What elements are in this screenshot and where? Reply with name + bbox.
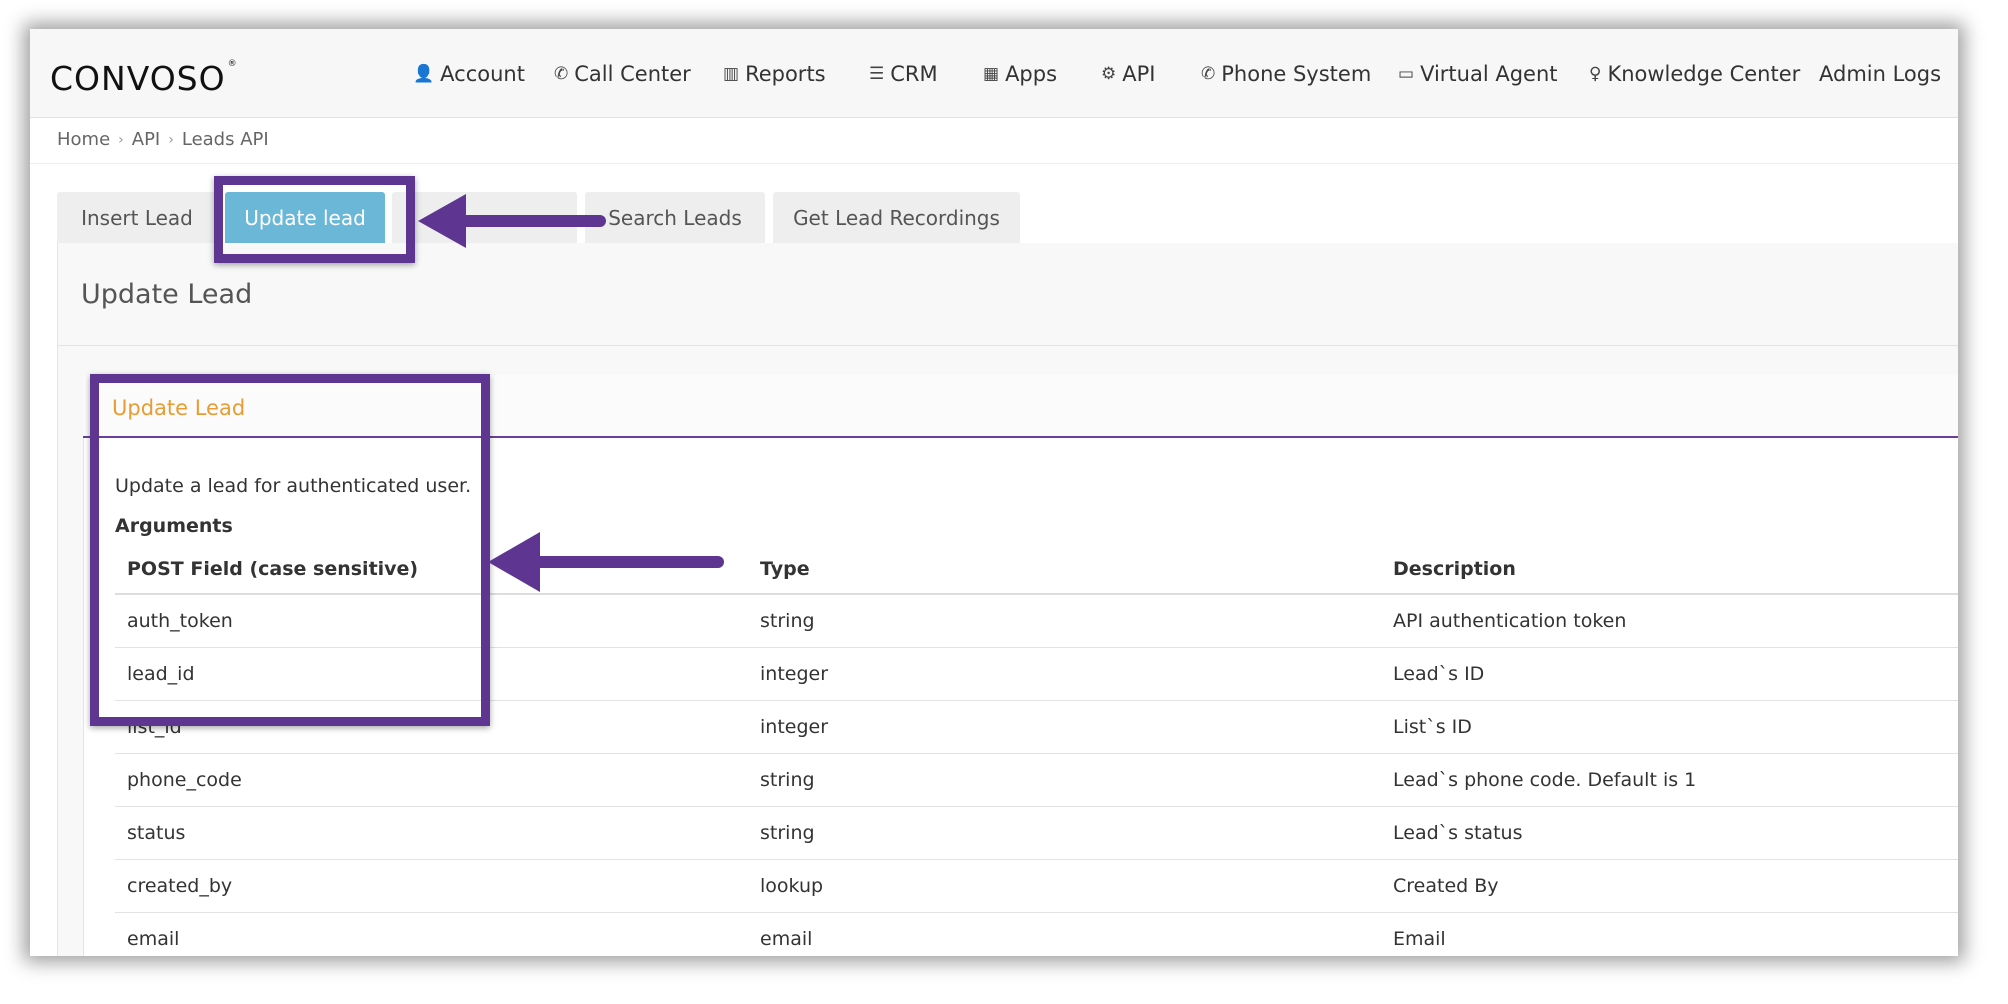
nav-virtual-agent[interactable]: ▭ Virtual Agent xyxy=(1398,62,1558,86)
column-header-type: Type xyxy=(760,558,810,580)
monitor-icon: ▭ xyxy=(1398,63,1415,84)
field-description: Email xyxy=(1393,928,1446,950)
field-description: API authentication token xyxy=(1393,610,1627,632)
annotation-highlight-tab xyxy=(214,176,415,263)
lightbulb-icon: ♀ xyxy=(1589,63,1602,84)
breadcrumb-home[interactable]: Home xyxy=(57,129,110,150)
table-row: created_by lookup Created By xyxy=(115,860,1958,913)
user-icon: 👤 xyxy=(413,63,435,84)
field-description: Created By xyxy=(1393,875,1499,897)
table-row: phone_code string Lead`s phone code. Def… xyxy=(115,754,1958,807)
field-type: string xyxy=(760,610,815,632)
field-type: string xyxy=(760,822,815,844)
field-type: string xyxy=(760,769,815,791)
field-name: status xyxy=(127,822,186,844)
field-type: email xyxy=(760,928,813,950)
top-navbar: CONVOSO ® 👤 Account ✆ Call Center ▥ Reports … xyxy=(30,29,1958,118)
nav-call-center[interactable]: ✆ Call Center xyxy=(554,62,691,86)
nav-api[interactable]: ⚙ API xyxy=(1101,62,1155,86)
breadcrumb-api[interactable]: API xyxy=(132,129,160,150)
field-name: phone_code xyxy=(127,769,242,791)
field-description: List`s ID xyxy=(1393,716,1472,738)
field-description: Lead`s ID xyxy=(1393,663,1485,685)
list-icon: ☰ xyxy=(869,63,885,84)
gear-icon: ⚙ xyxy=(1101,63,1117,84)
field-type: integer xyxy=(760,663,829,685)
nav-apps[interactable]: ▦ Apps xyxy=(983,62,1057,86)
panel-divider xyxy=(58,345,1958,346)
annotation-arrow-tab xyxy=(418,194,606,248)
field-description: Lead`s phone code. Default is 1 xyxy=(1393,769,1697,791)
nav-crm[interactable]: ☰ CRM xyxy=(869,62,938,86)
column-header-description: Description xyxy=(1393,558,1516,580)
field-name: created_by xyxy=(127,875,233,897)
nav-phone-system[interactable]: ✆ Phone System xyxy=(1201,62,1371,86)
field-type: integer xyxy=(760,716,829,738)
phone-icon: ✆ xyxy=(554,63,569,84)
grid-icon: ▦ xyxy=(983,63,1000,84)
bar-chart-icon: ▥ xyxy=(723,63,740,84)
chevron-right-icon: › xyxy=(168,131,174,148)
page-title: Update Lead xyxy=(81,279,253,310)
field-name: email xyxy=(127,928,180,950)
table-row: status string Lead`s status xyxy=(115,807,1958,860)
nav-account[interactable]: 👤 Account xyxy=(413,62,525,86)
nav-knowledge-center[interactable]: ♀ Knowledge Center xyxy=(1589,62,1800,86)
phone-icon: ✆ xyxy=(1201,63,1216,84)
chevron-right-icon: › xyxy=(118,131,124,148)
tab-insert-lead[interactable]: Insert Lead xyxy=(57,192,217,244)
breadcrumb: Home › API › Leads API xyxy=(57,129,269,150)
nav-reports[interactable]: ▥ Reports xyxy=(723,62,826,86)
convoso-logo[interactable]: CONVOSO ® xyxy=(50,59,238,98)
field-description: Lead`s status xyxy=(1393,822,1523,844)
breadcrumb-leads-api: Leads API xyxy=(181,129,269,150)
field-type: lookup xyxy=(760,875,824,897)
tab-get-lead-recordings[interactable]: Get Lead Recordings xyxy=(773,192,1020,244)
nav-admin-logs[interactable]: Admin Logs xyxy=(1819,62,1941,86)
table-row: email email Email xyxy=(115,913,1958,956)
breadcrumb-divider xyxy=(30,163,1958,164)
annotation-highlight-fields xyxy=(90,374,490,726)
annotation-arrow-fields xyxy=(488,532,724,592)
